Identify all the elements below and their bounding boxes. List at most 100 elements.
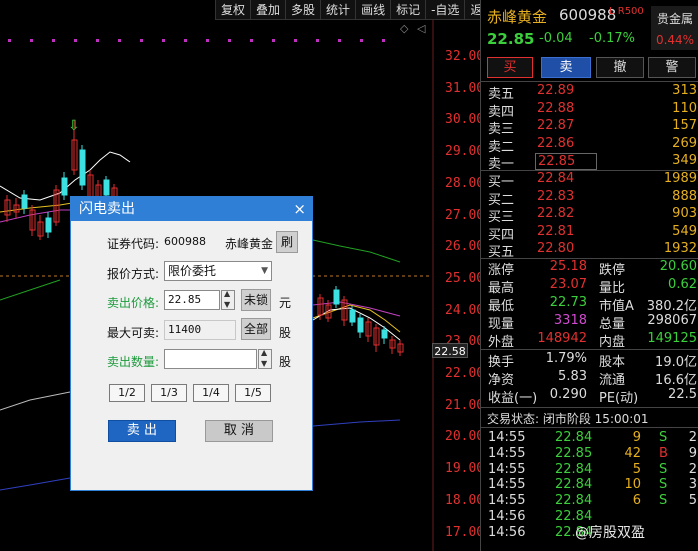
price-axis-tick: 28.00 — [445, 175, 485, 191]
level-price: 22.83 — [537, 188, 575, 204]
fraction-half-button[interactable]: 1/2 — [109, 384, 145, 402]
refresh-button[interactable]: 刷 — [276, 231, 298, 253]
stat-value: 149125 — [647, 331, 697, 346]
level-label: 买一 — [488, 175, 515, 190]
stepper-down-icon[interactable]: ▼ — [261, 359, 267, 368]
fraction-quarter-button[interactable]: 1/4 — [193, 384, 229, 402]
stepper-down-icon[interactable]: ▼ — [224, 300, 230, 309]
price-axis-tick: 21.00 — [445, 397, 485, 413]
toolbar-collapse-icon[interactable]: ◁ — [417, 22, 425, 35]
sell-price-stepper[interactable]: ▲ ▼ — [221, 289, 235, 310]
ask-row[interactable]: 卖四 22.88 110 — [481, 100, 698, 120]
chart-toolbar: 复权 叠加 多股 统计 画线 标记 -自选 返回 — [215, 0, 500, 20]
sell-price-input[interactable]: 22.85 — [164, 290, 220, 310]
marker-dot — [272, 39, 275, 42]
ask-row[interactable]: 卖一 22.85 349 — [481, 153, 698, 172]
tick-time: 14:55 — [488, 477, 526, 493]
bid-row[interactable]: 买一 22.84 1989 — [481, 171, 698, 190]
close-icon[interactable]: × — [293, 197, 306, 221]
stat-value: 0.62 — [668, 277, 697, 292]
long-ma-line-2-right — [312, 419, 401, 427]
buy-button[interactable]: 买 — [487, 57, 533, 78]
tick-count: 2 — [688, 430, 697, 445]
dialog-title-bar[interactable]: 闪电卖出 × — [71, 197, 312, 221]
tick-volume: 42 — [624, 445, 641, 461]
quote-panel: 赤峰黄金 600988 L R500 贵金属 0.44% 22.85 -0.04… — [480, 0, 698, 551]
sell-qty-stepper[interactable]: ▲ ▼ — [258, 348, 272, 369]
price-mode-value: 限价委托 — [168, 264, 217, 278]
level-volume: 313 — [672, 83, 697, 98]
tick-time: 14:55 — [488, 430, 526, 445]
stat-label: 收益(一) — [488, 391, 538, 406]
sell-button[interactable]: 卖 出 — [108, 420, 176, 442]
price-axis-tick: 20.00 — [445, 429, 485, 445]
stock-name-header[interactable]: 赤峰黄金 — [487, 6, 547, 27]
stat-label: 涨停 — [488, 263, 515, 278]
toolbar-diamond-icon[interactable]: ◇ — [400, 22, 408, 35]
alert-button[interactable]: 警 — [648, 57, 696, 78]
cancel-button[interactable]: 取 消 — [205, 420, 273, 442]
tick-side: S — [659, 430, 668, 445]
divider — [481, 81, 698, 82]
tick-count: 9 — [688, 445, 697, 461]
sector-box[interactable]: 贵金属 0.44% — [651, 6, 698, 50]
price-axis-tick: 32.00 — [445, 49, 485, 64]
quick-sell-dialog: 闪电卖出 × 证券代码: 600988 赤峰黄金 刷 报价方式: 限价委托 ▼ … — [70, 196, 313, 491]
sector-name: 贵金属 — [656, 12, 693, 26]
bid-row[interactable]: 买三 22.82 903 — [481, 206, 698, 225]
fraction-fifth-button[interactable]: 1/5 — [235, 384, 271, 402]
sell-qty-input[interactable] — [164, 349, 257, 369]
marker-dot — [382, 39, 385, 42]
level-label: 买四 — [488, 227, 515, 243]
bid-row[interactable]: 买二 22.83 888 — [481, 188, 698, 208]
code-label: 证券代码: — [107, 237, 160, 251]
stock-flags: L R500 — [609, 6, 644, 17]
tick-row: 14:55 22.84 10 S 3 — [481, 477, 698, 492]
all-button[interactable]: 全部 — [241, 318, 271, 340]
ask-row[interactable]: 卖三 22.87 157 — [481, 118, 698, 137]
unlock-button[interactable]: 未锁 — [241, 289, 271, 311]
price-mode-select[interactable]: 限价委托 ▼ — [164, 261, 272, 281]
price-axis-tick: 26.00 — [445, 239, 485, 255]
ask-row[interactable]: 卖二 22.86 269 — [481, 136, 698, 155]
stock-name: 赤峰黄金 — [225, 237, 274, 251]
toolbar-draw-line[interactable]: 画线 — [355, 0, 390, 20]
marker-dot — [52, 39, 55, 42]
marker-dot — [96, 39, 99, 42]
candle-body — [357, 317, 364, 333]
last-price: 22.85 — [487, 30, 535, 48]
tick-volume: 10 — [624, 477, 641, 493]
marker-dot — [206, 39, 209, 42]
candle-body — [21, 194, 28, 209]
price-change-pct: -0.17% — [589, 31, 635, 46]
ask-row[interactable]: 卖五 22.89 313 — [481, 83, 698, 102]
level-label: 卖二 — [488, 139, 515, 155]
withdraw-button[interactable]: 撤 — [596, 57, 644, 78]
tick-side: S — [659, 477, 668, 493]
bid-row[interactable]: 买四 22.81 549 — [481, 224, 698, 243]
level-label: 卖四 — [488, 104, 515, 120]
stat-value: 1.79% — [545, 351, 587, 366]
toolbar-fuquan[interactable]: 复权 — [215, 0, 250, 20]
marker-dot — [184, 39, 187, 42]
tick-volume: 6 — [632, 493, 641, 509]
price-axis-tick: 24.00 — [445, 302, 485, 318]
sell-qty-label: 卖出数量: — [107, 355, 160, 369]
toolbar-overlay[interactable]: 叠加 — [250, 0, 285, 20]
price-axis-tick: 22.00 — [445, 366, 485, 381]
price-mode-label: 报价方式: — [107, 267, 160, 281]
stepper-up-icon[interactable]: ▲ — [261, 348, 267, 357]
stepper-up-icon[interactable]: ▲ — [224, 289, 230, 298]
trade-status: 交易状态: 闭市阶段 15:00:01 — [487, 412, 649, 426]
fraction-third-button[interactable]: 1/3 — [151, 384, 187, 402]
bid-row[interactable]: 买五 22.80 1932 — [481, 241, 698, 260]
level-price: 22.88 — [537, 100, 575, 116]
sell-tab-button[interactable]: 卖 — [541, 57, 591, 78]
ma60-line — [0, 279, 61, 301]
max-sellable-value: 11400 — [164, 320, 236, 340]
toolbar-statistics[interactable]: 统计 — [320, 0, 355, 20]
marker-dot — [294, 39, 297, 42]
toolbar-multi-stock[interactable]: 多股 — [285, 0, 320, 20]
toolbar-remove-watchlist[interactable]: -自选 — [425, 0, 464, 20]
toolbar-mark[interactable]: 标记 — [390, 0, 425, 20]
